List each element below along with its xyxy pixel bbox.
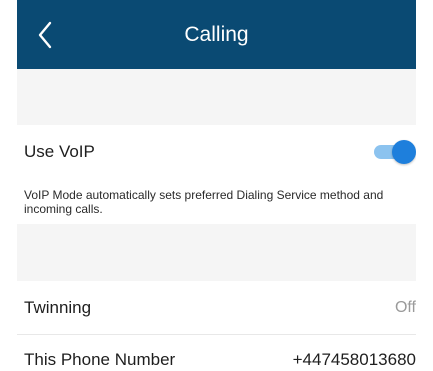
chevron-left-icon	[37, 21, 53, 49]
left-margin	[0, 0, 17, 371]
phone-number-label: This Phone Number	[24, 350, 176, 369]
use-voip-row: Use VoIP	[17, 125, 416, 179]
voip-description-text: VoIP Mode automatically sets preferred D…	[24, 188, 384, 216]
section-spacer	[17, 69, 416, 125]
voip-description: VoIP Mode automatically sets preferred D…	[17, 179, 416, 224]
twinning-row[interactable]: Twinning Off	[17, 281, 416, 335]
section-spacer	[17, 224, 416, 281]
toggle-thumb	[392, 140, 416, 164]
twinning-label: Twinning	[24, 297, 92, 317]
right-margin	[416, 0, 433, 371]
app-bar: Calling	[17, 0, 416, 69]
app-frame: Calling Use VoIP VoIP Mode automatically…	[0, 0, 433, 371]
use-voip-toggle[interactable]	[370, 140, 416, 164]
use-voip-label: Use VoIP	[24, 142, 95, 161]
back-button[interactable]	[17, 0, 73, 69]
phone-number-row: This Phone Number +447458013680	[17, 335, 416, 371]
phone-number-value: +447458013680	[292, 350, 416, 369]
calling-screen: Calling Use VoIP VoIP Mode automatically…	[17, 0, 416, 371]
page-title: Calling	[184, 23, 249, 46]
twinning-value: Off	[394, 298, 416, 316]
